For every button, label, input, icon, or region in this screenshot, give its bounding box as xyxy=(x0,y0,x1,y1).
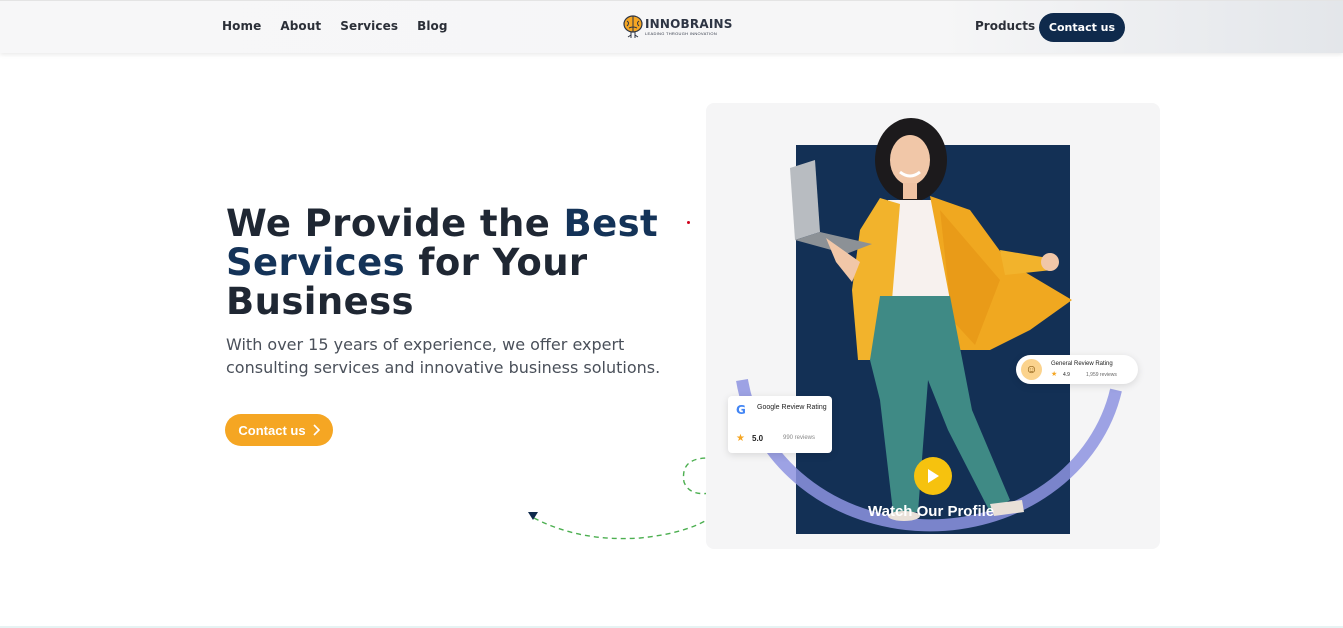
google-review-card: G Google Review Rating ★ 5.0 990 reviews xyxy=(728,396,832,453)
star-icon: ★ xyxy=(736,433,745,444)
play-icon xyxy=(928,469,939,483)
google-g-icon: G xyxy=(736,403,746,417)
google-review-title: Google Review Rating xyxy=(757,404,827,411)
watch-profile-label[interactable]: Watch Our Profile xyxy=(868,503,994,520)
smile-icon: ☺ xyxy=(1021,359,1042,380)
google-review-score: 5.0 xyxy=(752,434,764,443)
google-review-count: 990 reviews xyxy=(783,435,816,441)
general-review-card: ☺ General Review Rating ★ 4.9 1,959 revi… xyxy=(1016,355,1138,384)
play-video-button[interactable] xyxy=(914,457,952,495)
general-review-count: 1,959 reviews xyxy=(1086,372,1117,378)
profile-illustration xyxy=(736,118,1122,534)
general-review-title: General Review Rating xyxy=(1051,361,1113,367)
general-review-score: 4.9 xyxy=(1063,372,1070,378)
star-icon: ★ xyxy=(1051,371,1058,378)
